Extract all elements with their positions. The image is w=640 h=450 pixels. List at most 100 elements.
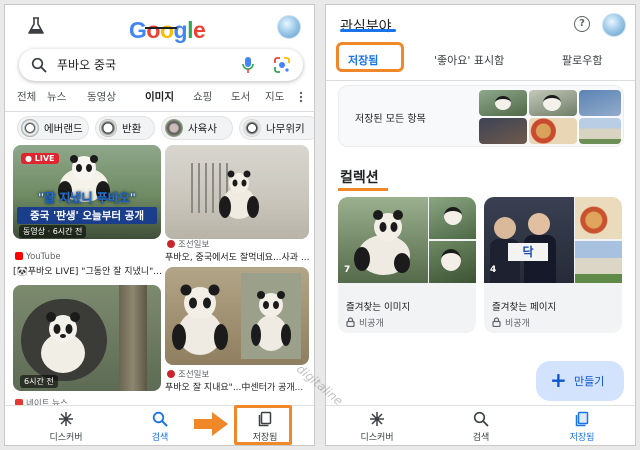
collection-cover [338,197,428,283]
thumbnail-panda [479,90,527,116]
search-icon [152,411,168,427]
tab-books[interactable]: 도서 [231,89,250,104]
more-tabs-icon[interactable] [297,91,305,103]
nav-label: 검색 [472,433,490,443]
tab-liked[interactable]: '좋아요' 표시함 [434,52,504,68]
all-saved-label: 저장된 모든 항목 [355,114,426,125]
chosun-icon [167,240,175,248]
thumbnail-building [579,118,621,144]
collection-thumb [575,197,622,239]
all-saved-items-card[interactable]: 저장된 모든 항목 [338,85,624,147]
video-headline-1: "잘 지냈니 푸바오" [37,191,137,205]
panda-photo [41,312,85,373]
nav-label: 검색 [151,433,169,443]
image-result-nate[interactable]: 6시간 전 [13,285,161,391]
panda-photo [354,210,410,275]
search-icon [473,411,489,427]
tab-videos[interactable]: 동영상 [87,89,116,104]
tab-following[interactable]: 팔로우함 [562,52,602,68]
discover-icon [370,412,384,426]
chip-thumbnail [99,119,117,137]
google-search-screen: Google 푸바오 중국 전체 뉴스 동영상 이미지 쇼핑 도서 지도 에버랜… [4,4,315,446]
create-collection-button[interactable]: + 만들기 [536,361,624,401]
result-source: YouTube [15,252,61,262]
nav-label: 디스커버 [360,433,394,443]
chip-label: 에버랜드 [44,123,83,135]
collection-name: 즐겨찾는 페이지 [492,302,557,313]
thumbnail-people [479,118,527,144]
result-title[interactable]: 푸바오 잘 지내요"...中센터가 공개... [165,380,303,393]
search-bar[interactable]: 푸바오 중국 [19,49,303,81]
chip-thumbnail [243,119,261,137]
chip-everland[interactable]: 에버랜드 [17,116,89,140]
chip-zookeeper[interactable]: 사육사 [161,116,233,140]
collections-heading: 컬렉션 [340,170,379,186]
tab-maps[interactable]: 지도 [265,89,284,104]
video-meta: 동영상 · 6시간 전 [19,225,87,238]
search-query[interactable]: 푸바오 중국 [57,56,116,73]
help-icon[interactable]: ? [574,16,590,32]
time-badge: 6시간 전 [20,375,58,388]
result-source: 조선일보 [167,238,209,250]
plus-icon: + [550,368,567,392]
collection-favorite-images[interactable]: 7 즐겨찾는 이미지 비공개 [338,197,476,333]
collection-thumb [429,241,476,283]
pointer-arrow-icon [194,412,228,436]
tab-news[interactable]: 뉴스 [47,89,66,104]
youtube-icon [15,252,23,260]
item-count: 4 [490,265,497,275]
image-result-chosun-2[interactable] [165,267,309,365]
image-result-chosun-1[interactable] [165,145,309,239]
nav-discover[interactable]: 디스커버 [352,411,402,443]
chip-thumbnail [21,119,39,137]
create-label: 만들기 [574,375,605,388]
panda-photo [219,170,259,219]
nav-search[interactable]: 검색 [458,411,504,443]
google-lens-icon[interactable] [273,56,291,74]
thumbnail-food [529,118,577,144]
lock-icon [492,317,501,328]
collection-cover: 닥 [484,197,574,283]
divider [326,80,635,81]
nav-discover[interactable]: 디스커버 [41,411,91,443]
video-headline-2: 중국 '판생' 오늘부터 공개 [17,207,157,224]
collection-favorite-pages[interactable]: 닥 4 즐겨찾는 페이지 비공개 [484,197,622,333]
account-avatar[interactable] [602,13,626,37]
chip-namuwiki[interactable]: 나무위키 [239,116,314,140]
live-badge: ● LIVE [21,153,59,164]
page-title: 관심분야 [340,19,392,35]
chip-label: 사육사 [188,123,217,135]
nav-label: 디스커버 [49,433,83,443]
chip-return[interactable]: 반환 [95,116,155,140]
tab-all[interactable]: 전체 [17,89,36,104]
google-logo: Google [129,17,206,43]
thumbnail-sky [579,90,621,116]
collection-name: 즐겨찾는 이미지 [346,302,411,313]
labs-flask-icon[interactable] [27,17,45,35]
item-count: 7 [344,265,351,275]
nav-label: 저장됨 [569,433,595,443]
tab-shopping[interactable]: 쇼핑 [193,89,212,104]
nav-search[interactable]: 검색 [137,411,183,443]
comparison-stage: Google 푸바오 중국 전체 뉴스 동영상 이미지 쇼핑 도서 지도 에버랜… [0,0,640,450]
collection-thumb [575,241,622,283]
chip-thumbnail [165,119,183,137]
bottom-navigation: 디스커버 검색 저장됨 [326,405,635,445]
discover-icon [59,412,73,426]
tab-images[interactable]: 이미지 [145,89,174,104]
result-title[interactable]: [🐼푸바오 LIVE] "그동안 잘 지냈니"... [13,264,162,277]
result-title[interactable]: 푸바오, 중국에서도 잘먹네요...사과 ... [165,250,310,263]
chip-label: 나무위키 [266,123,305,135]
panda-photo [172,284,228,355]
tree-trunk [119,285,147,391]
active-tab-indicator [145,27,177,29]
divider [5,111,314,112]
microphone-icon[interactable] [241,56,255,74]
image-result-youtube[interactable]: ● LIVE "잘 지냈니 푸바오" 중국 '판생' 오늘부터 공개 동영상 ·… [13,145,161,239]
nav-saved[interactable]: 저장됨 [558,411,606,443]
related-chips: 에버랜드 반환 사육사 나무위키 [5,116,314,142]
highlight-saved-tab [336,42,404,72]
search-type-tabs: 전체 뉴스 동영상 이미지 쇼핑 도서 지도 [5,85,314,111]
account-avatar[interactable] [277,15,301,39]
collection-thumb [429,197,476,239]
